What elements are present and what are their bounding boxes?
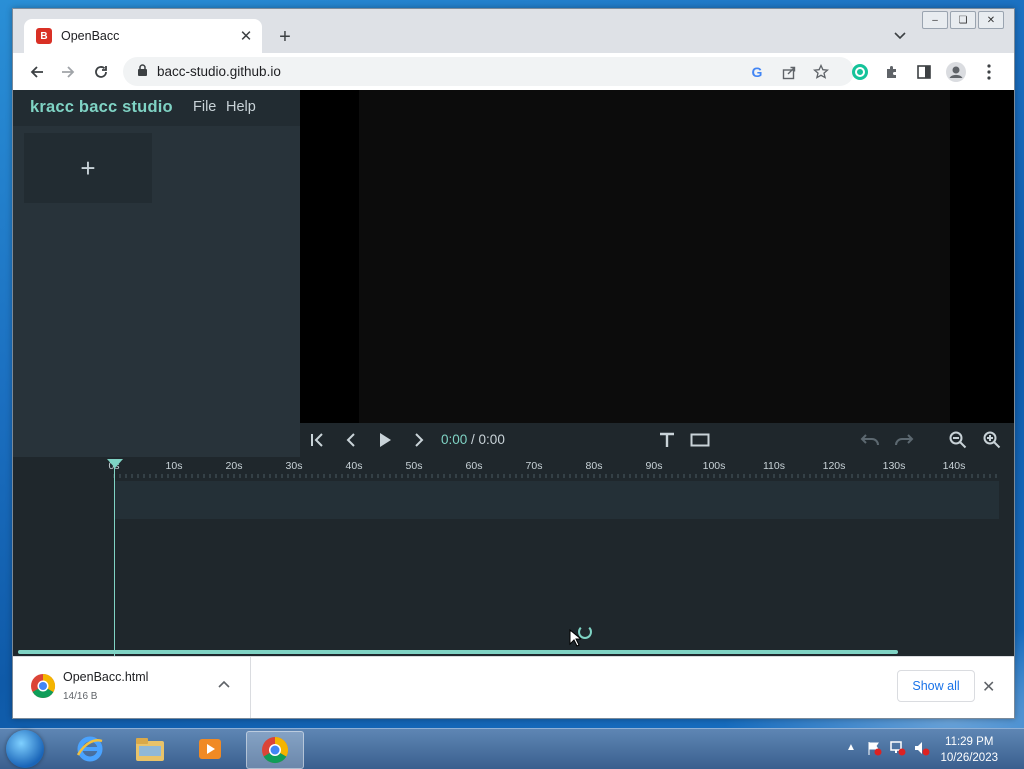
- add-shape-icon[interactable]: [689, 430, 711, 450]
- grammarly-extension-icon[interactable]: [849, 61, 871, 83]
- timeline-track[interactable]: [114, 481, 999, 519]
- close-downloads-bar-icon[interactable]: ✕: [982, 677, 995, 697]
- menu-help[interactable]: Help: [226, 99, 256, 115]
- side-panel-icon[interactable]: [913, 61, 935, 83]
- playback-controls: 0:00 / 0:00: [300, 423, 1014, 457]
- show-all-downloads-button[interactable]: Show all: [897, 670, 975, 702]
- lock-icon[interactable]: [137, 64, 148, 82]
- network-icon[interactable]: [890, 740, 906, 761]
- add-media-button[interactable]: +: [24, 133, 152, 203]
- downloads-bar: OpenBacc.html 14/16 B Show all ✕: [13, 656, 1014, 718]
- timeline-ruler[interactable]: 0s10s20s30s40s50s60s70s80s90s100s110s120…: [13, 457, 1014, 479]
- video-preview: [300, 90, 1014, 423]
- media-sidebar: kracc bacc studio File Help +: [13, 90, 300, 457]
- back-arrow-icon[interactable]: [26, 61, 48, 83]
- time-display: 0:00 / 0:00: [441, 432, 505, 447]
- volume-muted-icon[interactable]: [914, 740, 930, 761]
- skip-to-start-icon[interactable]: [306, 430, 328, 450]
- clock-time: 11:29 PM: [945, 736, 994, 748]
- forward-arrow-icon[interactable]: [57, 61, 79, 83]
- clock-date: 10/26/2023: [940, 752, 998, 764]
- tick-label: 30s: [285, 460, 303, 472]
- app-brand: kracc bacc studio: [30, 98, 173, 116]
- tick-label: 130s: [882, 460, 906, 472]
- download-status: 14/16 B: [63, 691, 98, 702]
- tab-search-chevron-icon[interactable]: [894, 29, 906, 43]
- tab-openbacc[interactable]: B OpenBacc ✕: [24, 19, 262, 53]
- extensions-puzzle-icon[interactable]: [881, 61, 903, 83]
- tick-label: 80s: [585, 460, 603, 472]
- download-options-chevron-icon[interactable]: [218, 677, 230, 691]
- timeline-scrollbar[interactable]: [18, 650, 898, 654]
- taskbar-clock[interactable]: 11:29 PM 10/26/2023: [940, 734, 998, 766]
- tab-strip: B OpenBacc ✕ +: [13, 9, 1014, 53]
- playhead-handle[interactable]: [107, 459, 123, 468]
- url-text: bacc-studio.github.io: [157, 64, 281, 79]
- action-center-flag-icon[interactable]: [866, 740, 882, 761]
- add-text-icon[interactable]: [656, 430, 678, 450]
- total-time: 0:00: [478, 432, 505, 447]
- zoom-out-icon[interactable]: [947, 430, 969, 450]
- taskbar: ▲ 11:29 PM 10/26/2023: [0, 728, 1024, 769]
- tick-label: 40s: [345, 460, 363, 472]
- taskbar-chrome-icon[interactable]: [246, 731, 304, 769]
- profile-avatar-icon[interactable]: [945, 61, 967, 83]
- show-hidden-icons-icon[interactable]: ▲: [846, 742, 856, 753]
- tick-label: 60s: [465, 460, 483, 472]
- tab-title: OpenBacc: [61, 29, 120, 43]
- taskbar-media-player-icon[interactable]: [182, 731, 238, 767]
- tick-label: 50s: [405, 460, 423, 472]
- close-tab-icon[interactable]: ✕: [236, 26, 256, 46]
- favicon-icon: B: [36, 28, 52, 44]
- undo-icon[interactable]: [859, 430, 881, 450]
- play-icon[interactable]: [374, 430, 396, 450]
- browser-toolbar: bacc-studio.github.io G: [13, 53, 1014, 91]
- browser-window: – ❏ ✕ B OpenBacc ✕ + bacc-studio.github.…: [12, 8, 1015, 719]
- taskbar-explorer-icon[interactable]: [122, 731, 178, 767]
- current-time: 0:00: [441, 432, 468, 447]
- reload-icon[interactable]: [90, 61, 112, 83]
- share-icon[interactable]: [779, 62, 799, 82]
- app-menubar: kracc bacc studio File Help: [13, 90, 300, 126]
- tick-label: 70s: [525, 460, 543, 472]
- tick-label: 100s: [702, 460, 726, 472]
- chrome-file-icon: [30, 673, 56, 699]
- system-tray: ▲ 11:29 PM 10/26/2023: [844, 729, 1024, 769]
- next-frame-icon[interactable]: [408, 430, 430, 450]
- tick-label: 10s: [165, 460, 183, 472]
- timeline-panel[interactable]: 0s10s20s30s40s50s60s70s80s90s100s110s120…: [13, 457, 1014, 656]
- tick-label: 20s: [225, 460, 243, 472]
- address-bar[interactable]: bacc-studio.github.io G: [123, 57, 854, 86]
- ruler-tick-marks: [113, 474, 997, 478]
- download-file-name: OpenBacc.html: [63, 670, 149, 684]
- taskbar-ie-icon[interactable]: [62, 731, 118, 767]
- playhead-line: [114, 463, 115, 656]
- redo-icon[interactable]: [893, 430, 915, 450]
- tick-label: 120s: [822, 460, 846, 472]
- bookmark-star-icon[interactable]: [811, 62, 831, 82]
- tick-label: 110s: [763, 460, 785, 472]
- start-button[interactable]: [6, 730, 44, 768]
- previous-frame-icon[interactable]: [340, 430, 362, 450]
- mouse-cursor-icon: [569, 628, 583, 652]
- menu-file[interactable]: File: [193, 99, 216, 115]
- download-item[interactable]: OpenBacc.html 14/16 B: [13, 657, 251, 718]
- preview-canvas[interactable]: [359, 90, 950, 423]
- tick-label: 140s: [942, 460, 966, 472]
- google-translate-icon[interactable]: G: [747, 62, 767, 82]
- new-tab-icon[interactable]: +: [274, 26, 296, 48]
- app-root: kracc bacc studio File Help + 0:00 / 0:0…: [13, 90, 1014, 656]
- tick-label: 90s: [645, 460, 663, 472]
- zoom-in-icon[interactable]: [981, 430, 1003, 450]
- time-separator: /: [467, 432, 479, 447]
- browser-menu-icon[interactable]: [978, 61, 1000, 83]
